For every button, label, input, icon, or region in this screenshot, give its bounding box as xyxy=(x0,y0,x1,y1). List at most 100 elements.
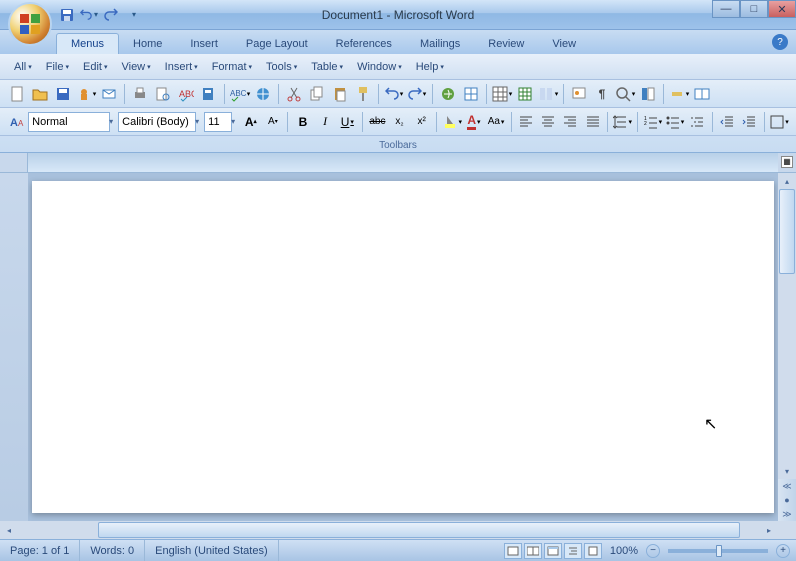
horizontal-scrollbar[interactable]: ◂ ▸ xyxy=(0,521,796,539)
tab-insert[interactable]: Insert xyxy=(176,34,232,54)
menu-tools[interactable]: Tools▾ xyxy=(260,58,303,76)
toolbar-options-icon[interactable]: ▾ xyxy=(668,83,690,105)
zoom-level[interactable]: 100% xyxy=(610,545,638,557)
office-button[interactable] xyxy=(8,2,52,46)
scroll-up-icon[interactable]: ▴ xyxy=(778,173,796,189)
format-painter-icon[interactable] xyxy=(352,83,374,105)
bold-icon[interactable]: B xyxy=(292,111,313,133)
menu-table[interactable]: Table▾ xyxy=(305,58,349,76)
help-icon[interactable]: ? xyxy=(772,34,788,50)
menu-file[interactable]: File▾ xyxy=(40,58,75,76)
insert-excel-icon[interactable] xyxy=(514,83,536,105)
tab-review[interactable]: Review xyxy=(474,34,538,54)
align-center-icon[interactable] xyxy=(538,111,559,133)
zoom-slider-knob[interactable] xyxy=(716,545,722,557)
font-selector[interactable] xyxy=(118,112,196,132)
full-screen-view-icon[interactable] xyxy=(524,543,542,559)
status-language[interactable]: English (United States) xyxy=(145,540,279,561)
numbered-list-icon[interactable]: 12▾ xyxy=(642,111,663,133)
menu-format[interactable]: Format▾ xyxy=(206,58,258,76)
browse-object-icon[interactable]: ● xyxy=(778,493,796,507)
scroll-thumb-v[interactable] xyxy=(779,189,795,274)
maximize-button[interactable]: □ xyxy=(740,0,768,18)
multilevel-list-icon[interactable] xyxy=(687,111,708,133)
qat-customize-icon[interactable]: ▾ xyxy=(124,6,142,24)
outline-view-icon[interactable] xyxy=(564,543,582,559)
read-mode-icon[interactable] xyxy=(691,83,713,105)
document-map-icon[interactable] xyxy=(637,83,659,105)
decrease-indent-icon[interactable] xyxy=(717,111,738,133)
menu-window[interactable]: Window▾ xyxy=(351,58,408,76)
spelling-icon[interactable]: ABC▾ xyxy=(229,83,251,105)
status-page[interactable]: Page: 1 of 1 xyxy=(0,540,80,561)
scroll-down-icon[interactable]: ▾ xyxy=(778,463,796,479)
scroll-thumb-h[interactable] xyxy=(98,522,740,538)
set-language-icon[interactable] xyxy=(252,83,274,105)
zoom-icon[interactable]: ▾ xyxy=(614,83,636,105)
menu-insert[interactable]: Insert▾ xyxy=(159,58,204,76)
tab-mailings[interactable]: Mailings xyxy=(406,34,474,54)
scroll-left-icon[interactable]: ◂ xyxy=(0,521,18,539)
menu-help[interactable]: Help▾ xyxy=(410,58,450,76)
email-icon[interactable] xyxy=(98,83,120,105)
spellcheck-icon[interactable]: ABC xyxy=(175,83,197,105)
styles-pane-icon[interactable]: AA xyxy=(6,111,27,133)
grow-font-icon[interactable]: A▴ xyxy=(240,111,261,133)
tables-borders-icon[interactable] xyxy=(460,83,482,105)
style-selector[interactable] xyxy=(28,112,110,132)
borders-icon[interactable]: ▾ xyxy=(769,111,790,133)
minimize-button[interactable]: — xyxy=(712,0,740,18)
permission-icon[interactable]: ▾ xyxy=(75,83,97,105)
web-layout-view-icon[interactable] xyxy=(544,543,562,559)
prev-page-icon[interactable]: ≪ xyxy=(778,479,796,493)
tab-page-layout[interactable]: Page Layout xyxy=(232,34,322,54)
change-case-icon[interactable]: Aa▾ xyxy=(486,111,507,133)
save-icon[interactable] xyxy=(52,83,74,105)
bullet-list-icon[interactable]: ▾ xyxy=(664,111,685,133)
save-icon[interactable] xyxy=(58,6,76,24)
insert-table-icon[interactable]: ▾ xyxy=(491,83,513,105)
increase-indent-icon[interactable] xyxy=(739,111,760,133)
columns-icon[interactable]: ▾ xyxy=(537,83,559,105)
scroll-right-icon[interactable]: ▸ xyxy=(760,521,778,539)
italic-icon[interactable]: I xyxy=(315,111,336,133)
research-icon[interactable] xyxy=(198,83,220,105)
tab-home[interactable]: Home xyxy=(119,34,176,54)
highlight-icon[interactable]: ▾ xyxy=(441,111,462,133)
document-page[interactable] xyxy=(32,181,774,513)
undo-icon[interactable]: ▾ xyxy=(383,83,405,105)
copy-icon[interactable] xyxy=(306,83,328,105)
menu-edit[interactable]: Edit▾ xyxy=(77,58,113,76)
zoom-out-icon[interactable]: − xyxy=(646,544,660,558)
new-icon[interactable] xyxy=(6,83,28,105)
next-page-icon[interactable]: ≫ xyxy=(778,507,796,521)
ruler-vertical[interactable] xyxy=(0,173,28,521)
tab-references[interactable]: References xyxy=(322,34,406,54)
line-spacing-icon[interactable]: ▾ xyxy=(612,111,633,133)
print-icon[interactable] xyxy=(129,83,151,105)
redo-icon[interactable]: ▾ xyxy=(406,83,428,105)
print-layout-view-icon[interactable] xyxy=(504,543,522,559)
menu-all[interactable]: All▾ xyxy=(8,58,38,76)
close-button[interactable]: ✕ xyxy=(768,0,796,18)
paste-icon[interactable] xyxy=(329,83,351,105)
menu-view[interactable]: View▾ xyxy=(115,58,156,76)
align-right-icon[interactable] xyxy=(560,111,581,133)
draft-view-icon[interactable] xyxy=(584,543,602,559)
tab-view[interactable]: View xyxy=(538,34,590,54)
ruler-horizontal[interactable] xyxy=(28,153,778,172)
open-icon[interactable] xyxy=(29,83,51,105)
underline-icon[interactable]: U▾ xyxy=(337,111,358,133)
ruler-toggle-icon[interactable]: ▦ xyxy=(781,156,793,168)
show-formatting-icon[interactable]: ¶ xyxy=(591,83,613,105)
font-size-selector[interactable] xyxy=(204,112,232,132)
font-color-icon[interactable]: A▾ xyxy=(463,111,484,133)
superscript-icon[interactable]: x² xyxy=(411,111,432,133)
zoom-in-icon[interactable]: + xyxy=(776,544,790,558)
zoom-slider[interactable] xyxy=(668,549,768,553)
print-preview-icon[interactable] xyxy=(152,83,174,105)
drawing-icon[interactable] xyxy=(568,83,590,105)
subscript-icon[interactable]: x₂ xyxy=(389,111,410,133)
hyperlink-icon[interactable] xyxy=(437,83,459,105)
undo-icon[interactable]: ▾ xyxy=(80,6,98,24)
